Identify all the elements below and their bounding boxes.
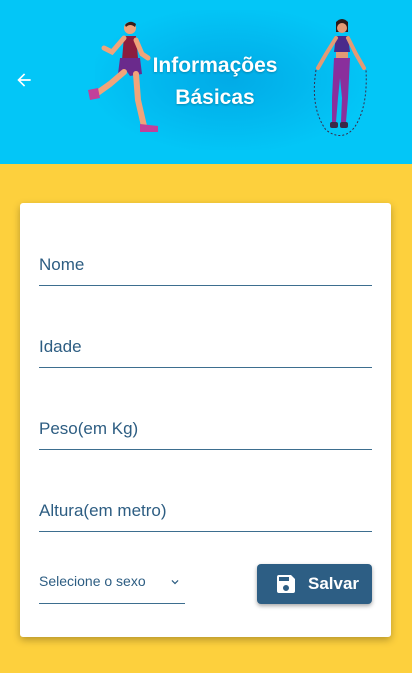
name-field[interactable]: Nome xyxy=(39,245,372,286)
height-field-label: Altura(em metro) xyxy=(39,501,167,520)
title-line-1: Informações xyxy=(152,54,278,77)
chevron-down-icon xyxy=(171,580,179,585)
basic-info-form-card: Nome Idade Peso(em Kg) Altura(em metro) … xyxy=(20,203,391,637)
save-button[interactable]: Salvar xyxy=(257,564,372,604)
gender-select-label: Selecione o sexo xyxy=(39,573,146,589)
weight-field-label: Peso(em Kg) xyxy=(39,419,139,438)
age-field-label: Idade xyxy=(39,337,82,356)
save-button-label: Salvar xyxy=(308,574,360,593)
back-button[interactable] xyxy=(10,66,38,94)
page-title: Informações Básicas xyxy=(150,50,280,114)
jump-rope-illustration xyxy=(313,19,367,136)
name-field-label: Nome xyxy=(39,255,85,274)
weight-field[interactable]: Peso(em Kg) xyxy=(39,409,372,450)
app-header: Informações Básicas xyxy=(0,0,412,164)
floppy-disk-icon xyxy=(277,575,295,593)
gender-select[interactable]: Selecione o sexo xyxy=(39,567,185,604)
height-field[interactable]: Altura(em metro) xyxy=(39,491,372,532)
arrow-left-icon xyxy=(17,73,31,87)
title-line-2: Básicas xyxy=(175,86,255,109)
age-field[interactable]: Idade xyxy=(39,327,372,368)
